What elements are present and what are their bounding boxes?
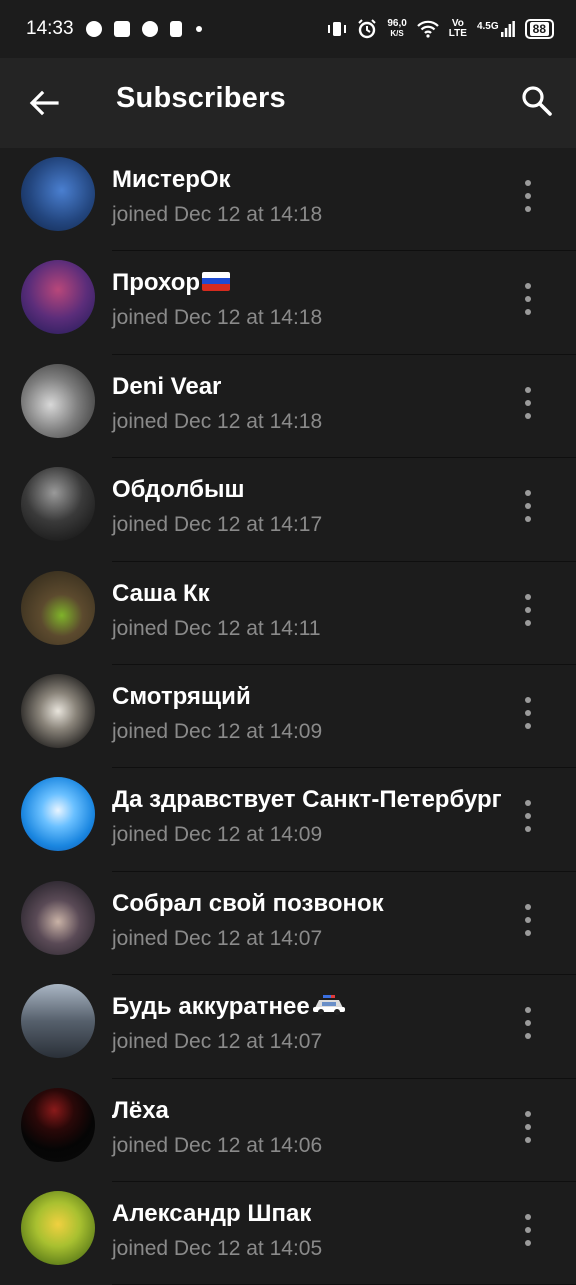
subscriber-name: Саша Кк [112, 579, 210, 607]
joined-date: joined Dec 12 at 14:17 [112, 513, 323, 537]
status-bar: 14:33 96,0 K/S Vo LTE 4.5G 88 [0, 0, 576, 58]
avatar [21, 157, 95, 231]
subscriber-name: Да здравствует Санкт-Петербург [112, 786, 502, 814]
subscriber-name: Обдолбыш [112, 476, 245, 504]
shield-icon [113, 21, 130, 37]
network-type: 4.5G [476, 21, 499, 32]
more-options-icon[interactable] [516, 180, 540, 212]
battery-level: 88 [529, 22, 549, 36]
avatar [21, 260, 95, 335]
avatar [21, 673, 95, 748]
joined-date: joined Dec 12 at 14:09 [112, 823, 323, 847]
more-options-icon[interactable] [516, 490, 540, 523]
joined-date: joined Dec 12 at 14:07 [112, 926, 323, 950]
more-options-icon[interactable] [516, 1007, 540, 1040]
more-options-icon[interactable] [516, 1110, 540, 1143]
vibrate-icon [328, 22, 347, 36]
subscriber-list: МистерОк joined Dec 12 at 14:18 Прохор j… [0, 148, 576, 1285]
cell-signal: 4.5G [477, 21, 515, 37]
avatar [21, 1087, 95, 1162]
more-notifications-icon [195, 26, 202, 32]
sim-icon [169, 21, 182, 37]
alarm-icon [358, 19, 377, 39]
speed-unit: K/S [390, 29, 404, 38]
subscriber-row[interactable]: Да здравствует Санкт-Петербург joined De… [0, 768, 576, 872]
avatar [21, 570, 95, 645]
messenger-icon [85, 21, 102, 37]
subscriber-row[interactable]: Лёха joined Dec 12 at 14:06 [0, 1079, 576, 1182]
app-icon [141, 21, 158, 37]
subscriber-name: Смотрящий [112, 682, 251, 710]
more-options-icon[interactable] [516, 800, 540, 833]
search-icon [522, 86, 552, 116]
more-options-icon[interactable] [516, 386, 540, 419]
joined-date: joined Dec 12 at 14:18 [112, 409, 323, 433]
subscriber-name: Собрал свой позвонок [112, 889, 384, 917]
subscriber-row[interactable]: Прохор joined Dec 12 at 14:18 [0, 251, 576, 355]
wifi-icon [417, 20, 439, 38]
joined-date: joined Dec 12 at 14:18 [112, 203, 323, 226]
subscriber-row[interactable]: Собрал свой позвонок joined Dec 12 at 14… [0, 872, 576, 976]
battery-indicator: 88 [524, 19, 554, 39]
back-button[interactable] [26, 88, 62, 118]
more-options-icon[interactable] [516, 903, 540, 936]
status-time: 14:33 [26, 18, 74, 39]
joined-date: joined Dec 12 at 14:09 [112, 719, 323, 743]
subscriber-row[interactable]: МистерОк joined Dec 12 at 14:18 [0, 148, 576, 252]
volte-indicator: Vo LTE [449, 19, 467, 39]
subscriber-name-text: Прохор [112, 269, 201, 297]
joined-date: joined Dec 12 at 14:18 [112, 306, 323, 330]
search-button[interactable] [520, 84, 554, 118]
subscriber-row[interactable]: Обдолбыш joined Dec 12 at 14:17 [0, 458, 576, 562]
speed-value: 96,0 [387, 18, 407, 29]
police-car-icon [312, 994, 345, 1015]
avatar [21, 880, 95, 955]
avatar [21, 1190, 95, 1265]
avatar [21, 467, 95, 542]
subscriber-name: МистерОк [112, 166, 231, 193]
subscriber-name: Прохор [112, 269, 231, 297]
avatar [21, 363, 95, 438]
joined-date: joined Dec 12 at 14:05 [112, 1236, 323, 1260]
arrow-back-icon [29, 90, 59, 116]
subscriber-row[interactable]: Саша Кк joined Dec 12 at 14:11 [0, 562, 576, 665]
more-options-icon[interactable] [516, 593, 540, 626]
page-title: Subscribers [116, 82, 286, 114]
subscriber-row[interactable]: Смотрящий joined Dec 12 at 14:09 [0, 665, 576, 769]
joined-date: joined Dec 12 at 14:06 [112, 1133, 323, 1157]
avatar [21, 777, 95, 852]
subscriber-name-text: Будь аккуратнее [112, 993, 310, 1021]
subscriber-row[interactable]: Александр Шпак joined Dec 12 at 14:05 [0, 1182, 576, 1285]
more-options-icon[interactable] [516, 283, 540, 316]
joined-date: joined Dec 12 at 14:11 [112, 616, 321, 640]
subscriber-name: Лёха [112, 1096, 169, 1124]
signal-icon [500, 21, 515, 37]
subscriber-name: Александр Шпак [112, 1199, 312, 1227]
russia-flag-icon [202, 271, 231, 291]
avatar [21, 984, 95, 1059]
volte-bottom: LTE [448, 28, 467, 39]
subscriber-row[interactable]: Будь аккуратнее joined Dec 12 at 14:07 [0, 975, 576, 1079]
more-options-icon[interactable] [516, 1213, 540, 1246]
subscriber-name: Будь аккуратнее [112, 993, 346, 1021]
app-bar: Subscribers [0, 58, 576, 148]
joined-date: joined Dec 12 at 14:07 [112, 1030, 323, 1054]
subscriber-row[interactable]: Deni Vear joined Dec 12 at 14:18 [0, 355, 576, 459]
more-options-icon[interactable] [516, 696, 540, 729]
network-speed: 96,0 K/S [387, 19, 406, 39]
subscriber-name: Deni Vear [112, 372, 222, 400]
